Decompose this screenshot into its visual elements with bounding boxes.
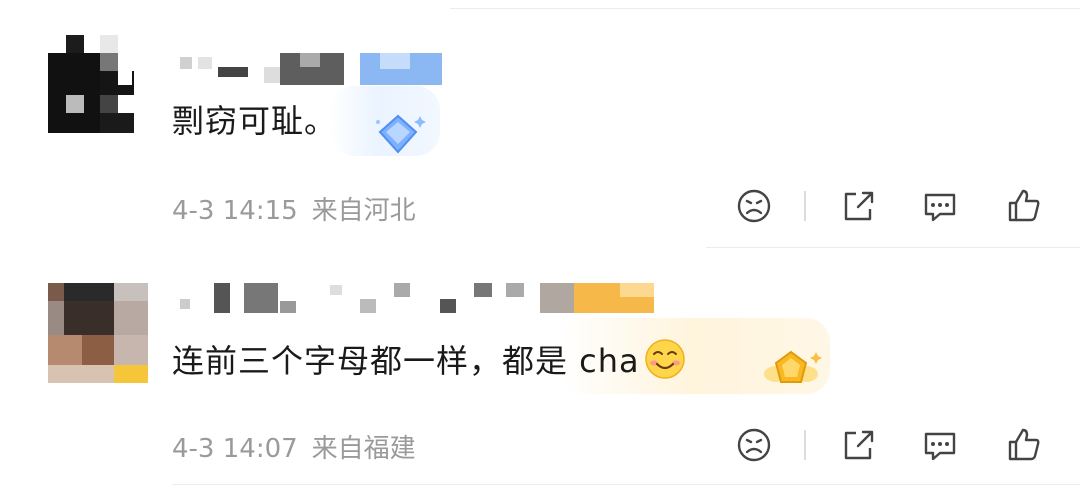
comment-icon[interactable]: [920, 186, 960, 226]
bottom-divider: [172, 484, 1080, 485]
comment-meta: 4-3 14:07 来自福建: [172, 428, 416, 465]
share-icon[interactable]: [838, 186, 878, 226]
comment-meta: 4-3 14:15 来自河北: [172, 190, 416, 227]
comment-time: 4-3 14:15: [172, 196, 298, 226]
comment-time: 4-3 14:07: [172, 434, 298, 464]
smiling-face-icon: [644, 339, 685, 379]
blue-diamond-badge-icon: [376, 114, 426, 154]
comment-actions: [730, 425, 1050, 465]
dislike-face-icon[interactable]: [734, 425, 774, 465]
avatar[interactable]: [48, 35, 148, 135]
comment-icon[interactable]: [920, 425, 960, 465]
dislike-face-icon[interactable]: [734, 186, 774, 226]
avatar[interactable]: [48, 283, 148, 383]
comment-item: 剽窃可耻。 4-3 14:15 来自河北: [0, 0, 1080, 248]
share-icon[interactable]: [838, 425, 878, 465]
comment-text: 剽窃可耻。: [172, 102, 338, 140]
comment-location: 来自河北: [311, 196, 416, 226]
thumbs-up-icon[interactable]: [1004, 186, 1044, 226]
gold-pentagon-badge-icon: [764, 350, 822, 383]
comment-text: 连前三个字母都一样，都是 cha: [172, 336, 686, 382]
comment-actions: [730, 186, 1050, 226]
comment-text-content: 连前三个字母都一样，都是 cha: [172, 342, 640, 380]
thumbs-up-icon[interactable]: [1004, 425, 1044, 465]
comment-location: 来自福建: [311, 434, 416, 464]
